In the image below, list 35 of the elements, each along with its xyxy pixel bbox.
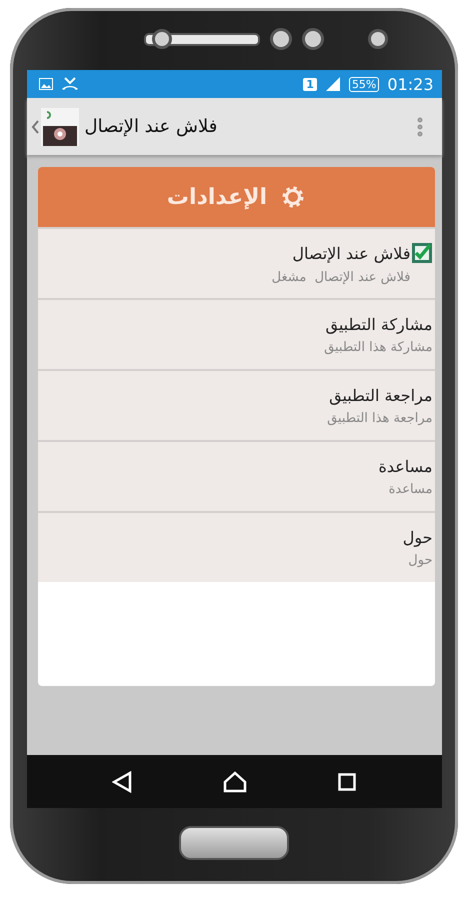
settings-icon (281, 185, 306, 209)
item-summary: فلاش عند الإتصال مشغل (272, 270, 410, 285)
home-button[interactable] (179, 826, 289, 860)
sensor-dot (152, 29, 172, 49)
settings-item[interactable]: فلاش عند الإتصال فلاش عند الإتصال مشغل (38, 227, 434, 298)
checkbox[interactable] (410, 242, 432, 264)
back-caret-icon[interactable] (30, 120, 38, 134)
app-title: فلاش عند الإتصال (84, 116, 218, 137)
item-title: حول (402, 528, 432, 546)
image-icon (38, 78, 52, 90)
settings-item[interactable]: حول حول (38, 511, 434, 582)
item-summary: حول (408, 552, 432, 568)
back-icon[interactable] (112, 770, 132, 792)
battery-indicator: 55% (348, 76, 380, 92)
settings-title: الإعدادات (166, 184, 268, 210)
settings-item[interactable]: مساعدة مساعدة (38, 440, 434, 511)
signal-icon (324, 76, 341, 92)
sensor-dot (270, 28, 292, 50)
app-icon (40, 108, 78, 146)
item-summary: مساعدة (388, 482, 432, 496)
home-icon[interactable] (223, 770, 247, 792)
settings-item[interactable]: مشاركة التطبيق مشاركة هذا التطبيق (38, 298, 434, 369)
item-title: فلاش عند الإتصال (292, 244, 410, 262)
item-title: مشاركة التطبيق (326, 314, 432, 334)
item-title: مراجعة التطبيق (329, 386, 432, 404)
recents-icon[interactable] (338, 772, 356, 790)
sensor-dot (302, 28, 324, 50)
item-summary: مشاركة هذا التطبيق (324, 340, 432, 354)
settings-item[interactable]: مراجعة التطبيق مراجعة هذا التطبيق (38, 369, 434, 440)
sim-indicator: 1 (303, 78, 317, 90)
camera-lens (368, 29, 388, 49)
item-title: مساعدة (378, 456, 432, 476)
item-summary: مراجعة هذا التطبيق (327, 410, 432, 426)
missed-call-icon (60, 77, 78, 91)
status-time: 01:23 (387, 74, 434, 94)
